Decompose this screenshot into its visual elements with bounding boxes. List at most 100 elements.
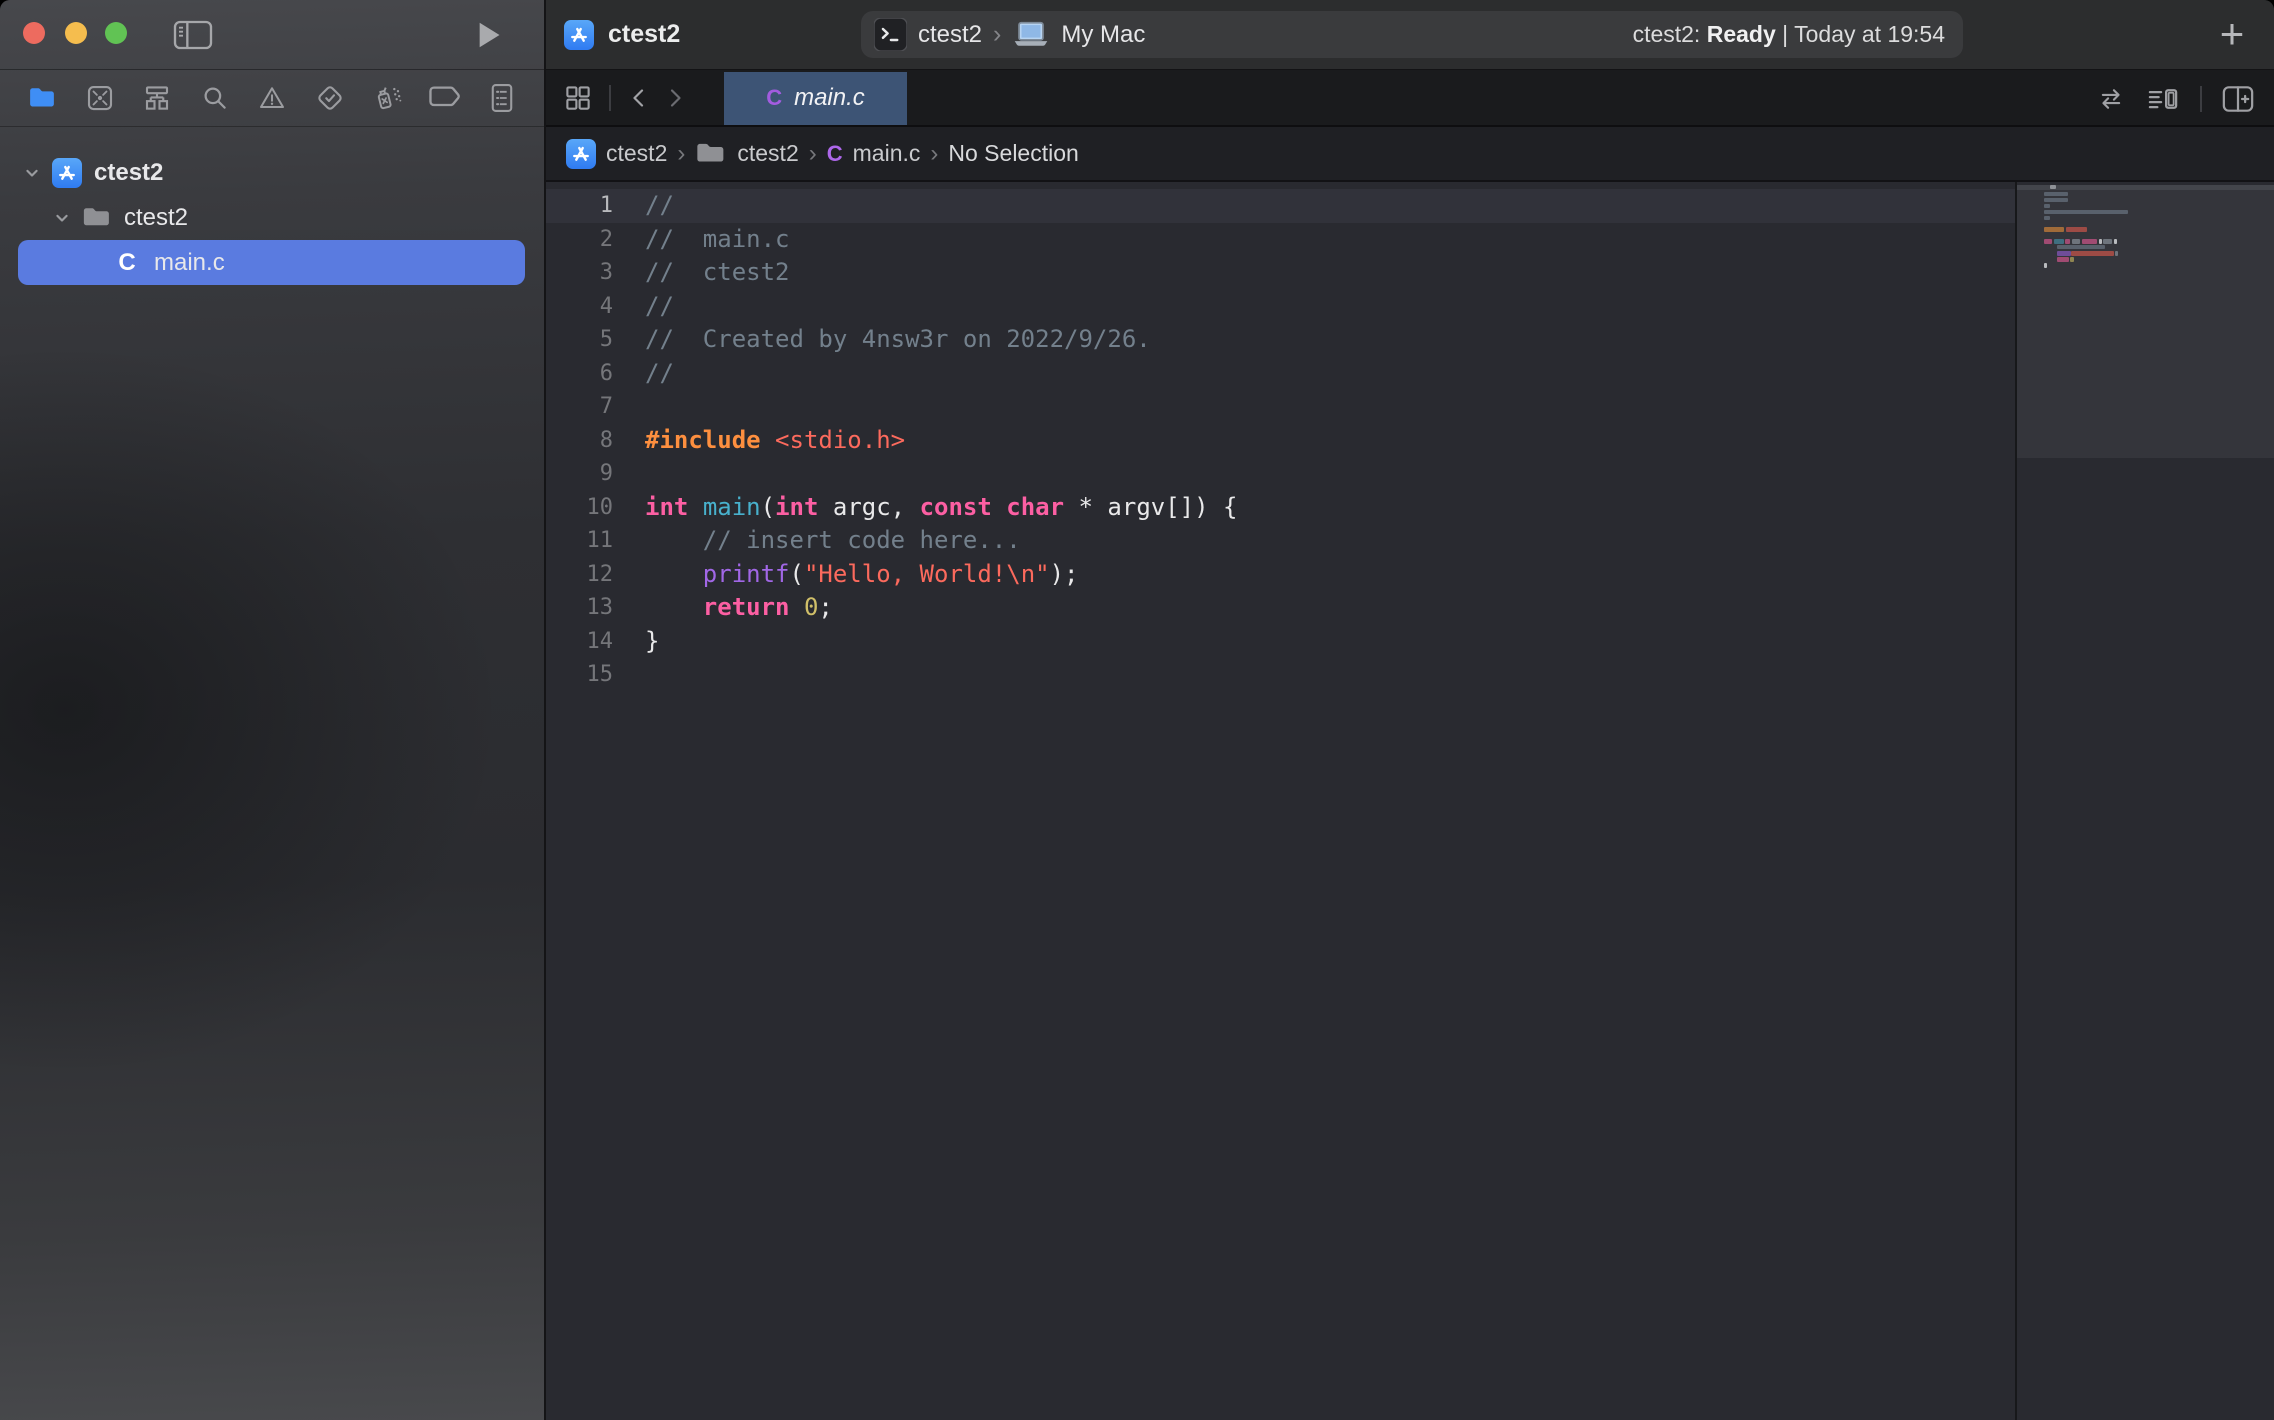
code-text: // ctest2 bbox=[645, 256, 790, 290]
code-line-4: 4// bbox=[546, 290, 2015, 324]
editor-options-icon[interactable] bbox=[2146, 84, 2180, 114]
navigator-project-navigator-icon[interactable] bbox=[20, 76, 64, 120]
minimap-visible-range[interactable] bbox=[2017, 185, 2274, 458]
minimap-code-bar bbox=[2044, 210, 2128, 214]
tree-row-ctest2[interactable]: ctest2 bbox=[0, 195, 544, 240]
minimap-code-bar bbox=[2044, 192, 2068, 196]
minimap-code-bar bbox=[2044, 263, 2047, 268]
activity-view[interactable]: ctest2 › My Mac ctest2: Ready | Today at… bbox=[861, 11, 1963, 58]
code-text: } bbox=[645, 625, 659, 659]
sidebar-divider[interactable] bbox=[544, 0, 546, 1420]
code-text: // bbox=[645, 357, 674, 391]
go-back-icon[interactable] bbox=[625, 85, 653, 111]
code-line-11: 11 // insert code here... bbox=[546, 524, 2015, 558]
minimap-code-bar bbox=[2114, 239, 2117, 244]
code-area[interactable]: 1//2// main.c3// ctest24//5// Created by… bbox=[546, 182, 2015, 692]
source-editor[interactable]: 1//2// main.c3// ctest24//5// Created by… bbox=[546, 182, 2274, 1420]
c-file-icon: C bbox=[766, 85, 782, 111]
line-number: 2 bbox=[546, 223, 613, 257]
jump-bar: ctest2›ctest2›Cmain.c›No Selection bbox=[546, 127, 2274, 182]
code-text: // main.c bbox=[645, 223, 790, 257]
status-text: ctest2: Ready | Today at 19:54 bbox=[1633, 21, 1963, 48]
line-number: 15 bbox=[546, 658, 613, 692]
close-window-button[interactable] bbox=[23, 22, 45, 44]
tab-bar: Cmain.c bbox=[546, 70, 2274, 127]
minimap-code-bar bbox=[2070, 257, 2074, 262]
divider bbox=[609, 85, 611, 111]
navigator-issue-navigator-icon[interactable] bbox=[250, 76, 294, 120]
jumpbar-segment-ctest2[interactable]: ctest2 bbox=[695, 140, 798, 167]
app-icon bbox=[566, 139, 596, 169]
selection-highlight bbox=[18, 240, 525, 285]
main-pane: ctest2 ctest2 › My Mac ctest2: Ready | T… bbox=[546, 0, 2274, 1420]
go-forward-icon[interactable] bbox=[661, 85, 689, 111]
tree-item-label: ctest2 bbox=[124, 204, 188, 232]
line-number: 6 bbox=[546, 357, 613, 391]
minimap-code-bar bbox=[2082, 239, 2097, 244]
line-number: 9 bbox=[546, 457, 613, 491]
code-line-13: 13 return 0; bbox=[546, 591, 2015, 625]
split-editor-icon[interactable] bbox=[2222, 85, 2254, 113]
run-button[interactable] bbox=[477, 21, 501, 49]
related-items-icon[interactable] bbox=[561, 83, 595, 113]
minimap[interactable] bbox=[2015, 182, 2274, 1420]
line-number: 7 bbox=[546, 390, 613, 424]
navigator-report-navigator-icon[interactable] bbox=[480, 76, 524, 120]
minimap-code-bar bbox=[2057, 245, 2105, 249]
terminal-target-icon bbox=[874, 18, 907, 51]
divider bbox=[2200, 86, 2202, 112]
run-destination[interactable]: My Mac bbox=[1061, 21, 1145, 49]
tree-row-main.c[interactable]: Cmain.c bbox=[0, 240, 544, 285]
code-line-12: 12 printf("Hello, World!\n"); bbox=[546, 558, 2015, 592]
adjacent-editors-icon[interactable] bbox=[2096, 85, 2126, 113]
jumpbar-label: main.c bbox=[853, 140, 921, 167]
tree-row-ctest2[interactable]: ctest2 bbox=[0, 150, 544, 195]
code-line-1: 1// bbox=[546, 189, 2015, 223]
minimize-window-button[interactable] bbox=[65, 22, 87, 44]
code-line-6: 6 // bbox=[546, 357, 2015, 391]
zoom-window-button[interactable] bbox=[105, 22, 127, 44]
navigator-test-navigator-icon[interactable] bbox=[308, 76, 352, 120]
tab-main.c[interactable]: Cmain.c bbox=[724, 72, 907, 125]
editor-controls bbox=[2096, 70, 2274, 127]
minimap-code-bar bbox=[2103, 239, 2112, 244]
minimap-code-bar bbox=[2115, 251, 2118, 256]
jumpbar-segment-no-selection[interactable]: No Selection bbox=[948, 140, 1078, 167]
jumpbar-segment-main.c[interactable]: Cmain.c bbox=[827, 140, 921, 167]
minimap-code-bar bbox=[2099, 239, 2102, 244]
folder-gray-icon bbox=[82, 205, 112, 231]
add-button[interactable]: + bbox=[2208, 8, 2256, 60]
window-title: ctest2 bbox=[608, 20, 680, 49]
navigator-symbol-navigator-icon[interactable] bbox=[135, 76, 179, 120]
scheme-selector[interactable]: ctest2 › My Mac bbox=[861, 18, 1145, 51]
line-number: 8 bbox=[546, 424, 613, 458]
chevron-separator: › bbox=[809, 140, 817, 168]
line-number: 12 bbox=[546, 558, 613, 592]
minimap-code-bar bbox=[2044, 198, 2068, 202]
navigator-find-navigator-icon[interactable] bbox=[193, 76, 237, 120]
code-text: int main(int argc, const char * argv[]) … bbox=[645, 491, 1237, 525]
disclosure-chevron-icon[interactable] bbox=[20, 163, 44, 183]
minimap-code-bar bbox=[2044, 204, 2050, 208]
minimap-code-bar bbox=[2066, 227, 2087, 232]
minimap-code-bar bbox=[2044, 227, 2064, 232]
line-number: 13 bbox=[546, 591, 613, 625]
laptop-icon bbox=[1012, 20, 1050, 50]
navigator-breakpoint-navigator-icon[interactable] bbox=[423, 76, 467, 120]
line-number: 5 bbox=[546, 323, 613, 357]
scheme-name[interactable]: ctest2 bbox=[918, 21, 982, 49]
minimap-code-bar bbox=[2065, 239, 2070, 244]
line-number: 10 bbox=[546, 491, 613, 525]
disclosure-chevron-icon[interactable] bbox=[50, 208, 74, 228]
code-line-8: 8#include <stdio.h> bbox=[546, 424, 2015, 458]
navigator-debug-navigator-icon[interactable] bbox=[365, 76, 409, 120]
toolbar: ctest2 ctest2 › My Mac ctest2: Ready | T… bbox=[546, 0, 2274, 70]
jumpbar-label: No Selection bbox=[948, 140, 1078, 167]
code-text: // insert code here... bbox=[645, 524, 1021, 558]
navigator-source-control-navigator-icon[interactable] bbox=[78, 76, 122, 120]
line-number: 1 bbox=[546, 189, 613, 223]
jumpbar-segment-ctest2[interactable]: ctest2 bbox=[566, 139, 667, 169]
toggle-sidebar-icon[interactable] bbox=[173, 20, 213, 50]
project-navigator-tree: ctest2 ctest2 Cmain.c bbox=[0, 127, 544, 285]
app-icon bbox=[52, 158, 82, 188]
